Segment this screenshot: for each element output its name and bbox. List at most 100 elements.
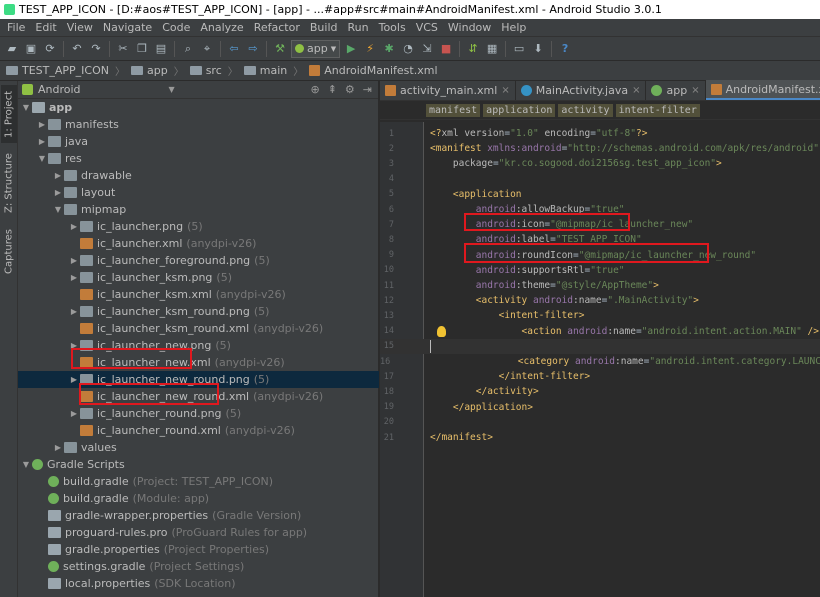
close-icon[interactable]: × [501,85,509,96]
menu-analyze[interactable]: Analyze [195,21,248,34]
tree-row[interactable]: ▶ ic_launcher_foreground.png (5) [18,252,379,269]
expanded-arrow-icon[interactable]: ▼ [52,205,64,214]
copy-icon[interactable]: ❐ [134,41,150,57]
apply-changes-icon[interactable]: ⚡ [362,41,378,57]
breadcrumb-project[interactable]: TEST_APP_ICON [6,64,109,77]
collapsed-arrow-icon[interactable]: ▶ [68,222,80,231]
menu-code[interactable]: Code [157,21,195,34]
run-configuration-select[interactable]: app ▼ [291,39,341,58]
paste-icon[interactable]: ▤ [153,41,169,57]
save-all-icon[interactable]: ▣ [23,41,39,57]
menu-edit[interactable]: Edit [30,21,61,34]
back-icon[interactable]: ⇦ [226,41,242,57]
xml-crumb-activity[interactable]: activity [558,103,613,117]
tree-row[interactable]: ▶ layout [18,184,379,201]
tree-row[interactable]: ▶ values [18,439,379,456]
make-project-icon[interactable]: ⚒ [272,41,288,57]
expanded-arrow-icon[interactable]: ▼ [20,103,32,112]
tool-tab-captures[interactable]: Captures [1,223,17,281]
expanded-arrow-icon[interactable]: ▼ [20,460,32,469]
run-icon[interactable]: ▶ [343,41,359,57]
breadcrumb-src[interactable]: src [189,64,222,77]
breadcrumb-main[interactable]: main [243,64,287,77]
tree-row[interactable]: settings.gradle (Project Settings) [18,558,379,575]
intention-lightbulb-icon[interactable] [437,325,446,337]
profile-icon[interactable]: ◔ [400,41,416,57]
menu-run[interactable]: Run [343,21,374,34]
tool-tab-structure[interactable]: Z: Structure [1,149,17,217]
tree-row[interactable]: gradle-wrapper.properties (Gradle Version… [18,507,379,524]
cut-icon[interactable]: ✂ [115,41,131,57]
collapsed-arrow-icon[interactable]: ▶ [68,307,80,316]
tree-row[interactable]: build.gradle (Module: app) [18,490,379,507]
sync-icon[interactable]: ⟳ [42,41,58,57]
tree-row[interactable]: ▼ res [18,150,379,167]
close-icon[interactable]: × [632,85,640,96]
menu-help[interactable]: Help [496,21,531,34]
expanded-arrow-icon[interactable]: ▼ [36,154,48,163]
breadcrumb-app[interactable]: app [130,64,168,77]
menu-refactor[interactable]: Refactor [249,21,305,34]
menu-vcs[interactable]: VCS [411,21,443,34]
sync-gradle-icon[interactable]: ⇵ [465,41,481,57]
tree-row[interactable]: ▶ ic_launcher_ksm_round.png (5) [18,303,379,320]
project-structure-icon[interactable]: ▦ [484,41,500,57]
open-folder-icon[interactable]: ▰ [4,41,20,57]
tree-row[interactable]: local.properties (SDK Location) [18,575,379,592]
editor-tab[interactable]: activity_main.xml × [380,80,516,100]
tree-row[interactable]: ▶ drawable [18,167,379,184]
project-view-selector[interactable]: Android [38,83,81,96]
tool-tab-project[interactable]: 1: Project [1,85,17,143]
avd-manager-icon[interactable]: ▭ [511,41,527,57]
tree-row[interactable]: ▶ ic_launcher.png (5) [18,218,379,235]
editor-tab[interactable]: MainActivity.java × [516,80,647,100]
collapsed-arrow-icon[interactable]: ▶ [36,120,48,129]
attach-debugger-icon[interactable]: ⇲ [419,41,435,57]
tree-row[interactable]: ▼ app [18,99,379,116]
collapsed-arrow-icon[interactable]: ▶ [68,256,80,265]
tree-row[interactable]: ▶ ic_launcher_ksm.png (5) [18,269,379,286]
tree-row[interactable]: ic_launcher_ksm_round.xml (anydpi-v26) [18,320,379,337]
scroll-from-source-icon[interactable]: ⊕ [310,83,319,96]
tree-row[interactable]: build.gradle (Project: TEST_APP_ICON) [18,473,379,490]
tree-row[interactable]: ▶ java [18,133,379,150]
menu-navigate[interactable]: Navigate [98,21,157,34]
tree-row[interactable]: ▶ manifests [18,116,379,133]
hide-panel-icon[interactable]: ⇥ [363,83,372,96]
gear-icon[interactable]: ⚙ [345,83,355,96]
redo-icon[interactable]: ↷ [88,41,104,57]
tree-row[interactable]: ▼ Gradle Scripts [18,456,379,473]
sdk-manager-icon[interactable]: ⬇ [530,41,546,57]
breadcrumb-manifest[interactable]: AndroidManifest.xml [309,64,438,77]
tree-row[interactable]: ic_launcher.xml (anydpi-v26) [18,235,379,252]
xml-crumb-application[interactable]: application [483,103,556,117]
tree-row[interactable]: ▼ mipmap [18,201,379,218]
undo-icon[interactable]: ↶ [69,41,85,57]
collapsed-arrow-icon[interactable]: ▶ [52,443,64,452]
collapsed-arrow-icon[interactable]: ▶ [52,188,64,197]
collapse-all-icon[interactable]: ⇞ [328,83,337,96]
tree-row[interactable]: ic_launcher_round.xml (anydpi-v26) [18,422,379,439]
editor-tab[interactable]: AndroidManifest.xml× [705,80,820,100]
tree-row[interactable]: ▶ ic_launcher_round.png (5) [18,405,379,422]
collapsed-arrow-icon[interactable]: ▶ [52,171,64,180]
tree-row[interactable]: ic_launcher_ksm.xml (anydpi-v26) [18,286,379,303]
stop-icon[interactable]: ■ [438,41,454,57]
tree-row[interactable]: proguard-rules.pro (ProGuard Rules for ap… [18,524,379,541]
replace-icon[interactable]: ⌖ [199,41,215,57]
tree-row[interactable]: gradle.properties (Project Properties) [18,541,379,558]
xml-crumb-manifest[interactable]: manifest [426,103,481,117]
menu-tools[interactable]: Tools [374,21,411,34]
menu-file[interactable]: File [2,21,30,34]
close-icon[interactable]: × [691,85,699,96]
menu-view[interactable]: View [62,21,98,34]
debug-icon[interactable]: ✱ [381,41,397,57]
editor-tab[interactable]: app × [646,80,706,100]
chevron-down-icon[interactable]: ▼ [169,85,175,94]
find-icon[interactable]: ⌕ [180,41,196,57]
help-icon[interactable]: ? [557,41,573,57]
menu-window[interactable]: Window [443,21,496,34]
collapsed-arrow-icon[interactable]: ▶ [68,409,80,418]
collapsed-arrow-icon[interactable]: ▶ [68,273,80,282]
collapsed-arrow-icon[interactable]: ▶ [36,137,48,146]
